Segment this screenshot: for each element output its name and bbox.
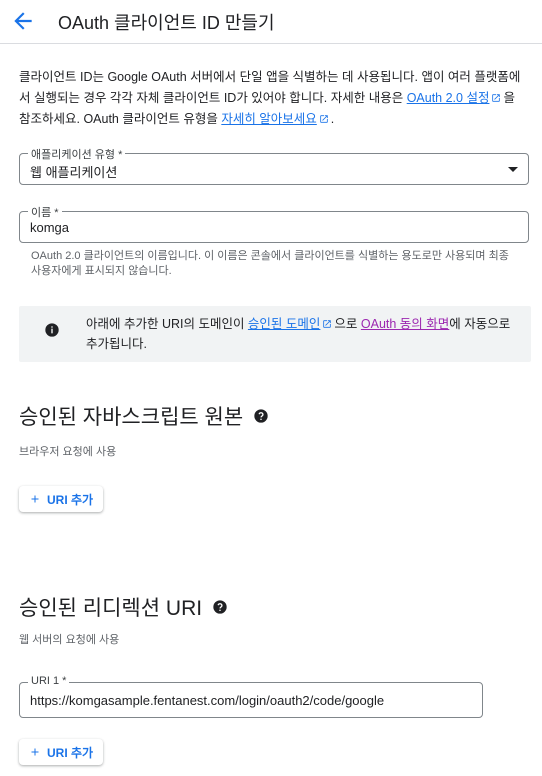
back-arrow-icon[interactable]	[10, 8, 36, 34]
learn-more-link-label: 자세히 알아보세요	[221, 112, 317, 126]
add-redirect-uri-label: URI 추가	[47, 745, 94, 760]
info-text: 아래에 추가한 URI의 도메인이 승인된 도메인 으로 OAuth 동의 화면에…	[86, 314, 516, 354]
dropdown-arrow-icon	[508, 167, 518, 172]
plus-icon	[31, 748, 39, 756]
redirects-subtitle: 웹 서버의 요청에 사용	[19, 634, 120, 646]
authorized-domains-link[interactable]: 승인된 도메인	[248, 317, 334, 331]
add-redirect-uri-button[interactable]: URI 추가	[19, 739, 104, 765]
redirects-title-text: 승인된 리디렉션 URI	[19, 597, 203, 620]
external-link-icon	[492, 94, 501, 102]
name-helper-text: OAuth 2.0 클라이언트의 이름입니다. 이 이름은 콘솔에서 클라이언트…	[31, 250, 509, 277]
origins-subtitle: 브라우저 요청에 사용	[19, 446, 117, 458]
redirect-uri-1-label: URI 1 *	[28, 675, 70, 687]
intro-text: 클라이언트 ID는 Google OAuth 서버에서 단일 앱을 식별하는 데…	[19, 67, 527, 130]
name-label: 이름 *	[28, 204, 62, 220]
info-text-before: 아래에 추가한 URI의 도메인이	[86, 317, 248, 331]
consent-screen-link[interactable]: OAuth 동의 화면	[361, 317, 449, 331]
page-header: OAuth 클라이언트 ID 만들기	[0, 0, 542, 44]
redirect-uri-1-input[interactable]: URI 1 * https://komgasample.fentanest.co…	[19, 675, 483, 718]
learn-more-link[interactable]: 자세히 알아보세요	[221, 112, 330, 126]
name-value: komga	[30, 220, 70, 235]
origins-section-title: 승인된 자바스크립트 원본	[19, 401, 269, 431]
help-icon[interactable]	[212, 599, 228, 615]
plus-icon	[31, 495, 39, 503]
redirects-section-title: 승인된 리디렉션 URI	[19, 592, 228, 622]
name-input[interactable]: 이름 * komga	[19, 204, 529, 243]
external-link-icon	[323, 320, 332, 328]
application-type-value: 웹 애플리케이션	[30, 165, 118, 180]
add-origin-uri-label: URI 추가	[47, 492, 94, 507]
info-box: 아래에 추가한 URI의 도메인이 승인된 도메인 으로 OAuth 동의 화면에…	[19, 306, 531, 362]
application-type-select[interactable]: 애플리케이션 유형 * 웹 애플리케이션	[19, 146, 529, 185]
redirect-uri-1-value: https://komgasample.fentanest.com/login/…	[30, 693, 385, 708]
info-text-mid: 으로	[334, 317, 361, 331]
application-type-label: 애플리케이션 유형 *	[28, 146, 126, 162]
info-icon	[45, 323, 59, 337]
add-origin-uri-button[interactable]: URI 추가	[19, 486, 104, 512]
authorized-domains-link-label: 승인된 도메인	[247, 317, 321, 331]
oauth-settings-link-label: OAuth 2.0 설정	[406, 91, 490, 105]
intro-text-after: .	[330, 112, 335, 126]
external-link-icon	[320, 115, 328, 123]
help-icon[interactable]	[253, 408, 269, 424]
page-title: OAuth 클라이언트 ID 만들기	[58, 13, 275, 33]
oauth-settings-link[interactable]: OAuth 2.0 설정	[407, 91, 504, 105]
origins-title-text: 승인된 자바스크립트 원본	[19, 406, 244, 429]
